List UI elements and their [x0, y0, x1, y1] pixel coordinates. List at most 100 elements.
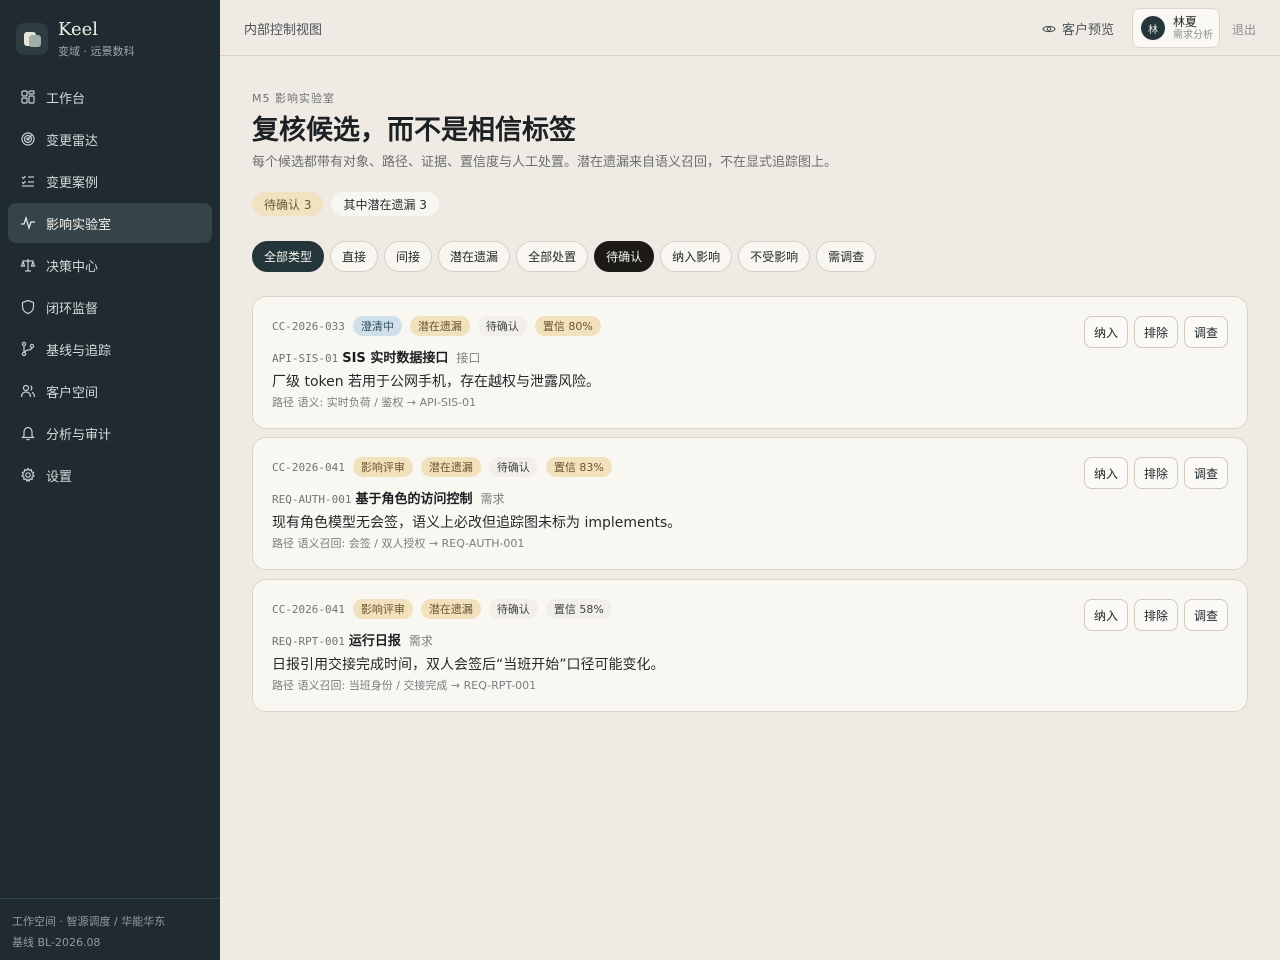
activity-icon: [20, 215, 36, 231]
user-menu[interactable]: 林 林夏 需求分析: [1132, 8, 1220, 48]
view-title: 内部控制视图: [244, 23, 323, 38]
trace-path: 路径 语义: 实时负荷 / 鉴权 → API-SIS-01: [272, 396, 477, 409]
avatar: 林: [1141, 16, 1165, 40]
top-bar: 内部控制视图 客户预览 林 林夏 需求分析 退出: [220, 0, 1280, 56]
sidebar-item-workbench[interactable]: 工作台: [8, 77, 212, 117]
page-subtitle: 每个候选都带有对象、路径、证据、置信度与人工处置。潜在遗漏来自语义召回，不在显式…: [252, 155, 838, 170]
sidebar-item-change-cases[interactable]: 变更案例: [8, 161, 212, 201]
filter-bar: 全部类型 直接 间接 潜在遗漏 全部处置 待确认 纳入影响 不受影响 需调查: [252, 241, 882, 272]
evidence-text: 现有角色模型无会签，语义上必改但追踪图未标为 implements。: [272, 515, 682, 531]
status-badge: 澄清中: [352, 316, 402, 336]
exclude-button[interactable]: 排除: [1133, 599, 1178, 631]
disposition-badge: 待确认: [488, 457, 538, 477]
brand-name: Keel: [58, 18, 99, 40]
sidebar-item-decision-center[interactable]: 决策中心: [8, 245, 212, 285]
investigate-button[interactable]: 调查: [1183, 316, 1228, 348]
user-name: 林夏: [1173, 14, 1198, 29]
category-badge: 潜在遗漏: [420, 599, 481, 619]
sidebar-item-label: 工作台: [46, 91, 86, 107]
sidebar-item-change-radar[interactable]: 变更雷达: [8, 119, 212, 159]
sidebar-item-label: 变更雷达: [46, 133, 99, 149]
sidebar-item-analysis-audit[interactable]: 分析与审计: [8, 413, 212, 453]
confidence-badge: 置信 83%: [545, 457, 612, 477]
potential-miss-count-badge: 其中潜在遗漏 3: [331, 192, 439, 216]
sidebar-item-label: 基线与追踪: [46, 343, 112, 359]
case-id: CC-2026-033: [272, 319, 345, 333]
filter-pending[interactable]: 待确认: [594, 241, 655, 272]
confidence-badge: 置信 58%: [545, 599, 612, 619]
include-button[interactable]: 纳入: [1083, 599, 1128, 631]
filter-all-dispositions[interactable]: 全部处置: [516, 241, 589, 272]
sidebar-item-label: 闭环监督: [46, 301, 99, 317]
evidence-text: 厂级 token 若用于公网手机，存在越权与泄露风险。: [272, 374, 601, 390]
user-role: 需求分析: [1173, 29, 1213, 41]
sidebar-item-baseline-trace[interactable]: 基线与追踪: [8, 329, 212, 369]
status-badge: 影响评审: [352, 457, 413, 477]
trace-path: 路径 语义召回: 会签 / 双人授权 → REQ-AUTH-001: [272, 537, 525, 550]
filter-all-types[interactable]: 全部类型: [252, 241, 325, 272]
trace-path: 路径 语义召回: 当班身份 / 交接完成 → REQ-RPT-001: [272, 679, 537, 692]
category-badge: 潜在遗漏: [420, 457, 481, 477]
customer-preview-button[interactable]: 客户预览: [1042, 19, 1114, 38]
filter-needs-investigation[interactable]: 需调查: [816, 241, 877, 272]
gear-icon: [20, 467, 36, 483]
sidebar-item-label: 影响实验室: [46, 217, 112, 233]
case-id: CC-2026-041: [272, 460, 345, 474]
disposition-badge: 待确认: [477, 316, 527, 336]
sidebar-item-settings[interactable]: 设置: [8, 455, 212, 495]
filter-potential-miss[interactable]: 潜在遗漏: [438, 241, 511, 272]
sidebar-item-label: 变更案例: [46, 175, 99, 191]
checklist-icon: [20, 173, 36, 189]
include-button[interactable]: 纳入: [1083, 316, 1128, 348]
filter-included[interactable]: 纳入影响: [660, 241, 733, 272]
candidate-card: CC-2026-041 影响评审 潜在遗漏 待确认 置信 83% REQ-AUT…: [252, 437, 1248, 570]
investigate-button[interactable]: 调查: [1183, 457, 1228, 489]
sidebar-item-label: 决策中心: [46, 259, 99, 275]
sidebar-nav: 工作台 变更雷达 变更案例 影响实验室 决策中心 闭环监督 基线与追踪 客户空间…: [8, 77, 212, 497]
filter-direct[interactable]: 直接: [330, 241, 379, 272]
customer-preview-label: 客户预览: [1062, 23, 1115, 38]
section-eyebrow: M5 影响实验室: [252, 92, 335, 105]
bell-icon: [20, 425, 36, 441]
dashboard-icon: [20, 89, 36, 105]
category-badge: 潜在遗漏: [409, 316, 470, 336]
sidebar-item-closed-loop[interactable]: 闭环监督: [8, 287, 212, 327]
object-type: 需求: [408, 634, 433, 648]
brand-subtitle: 变域 · 远景数科: [58, 44, 135, 58]
exclude-button[interactable]: 排除: [1133, 316, 1178, 348]
investigate-button[interactable]: 调查: [1183, 599, 1228, 631]
sidebar-item-label: 客户空间: [46, 385, 99, 401]
users-icon: [20, 383, 36, 399]
workspace-label: 工作空间 · 智源调度 / 华能华东: [12, 915, 166, 928]
radar-icon: [20, 131, 36, 147]
object-type: 接口: [456, 351, 481, 365]
sidebar-item-label: 设置: [46, 469, 73, 485]
object-id: API-SIS-01: [272, 352, 339, 365]
logo: [16, 23, 48, 55]
filter-not-affected[interactable]: 不受影响: [738, 241, 811, 272]
branch-icon: [20, 341, 36, 357]
pending-count-badge: 待确认 3: [252, 192, 324, 216]
sidebar-item-customer-space[interactable]: 客户空间: [8, 371, 212, 411]
object-id: REQ-AUTH-001: [272, 493, 352, 506]
include-button[interactable]: 纳入: [1083, 457, 1128, 489]
summary-badges: 待确认 3 其中潜在遗漏 3: [252, 192, 447, 216]
evidence-text: 日报引用交接完成时间，双人会签后“当班开始”口径可能变化。: [272, 657, 665, 673]
page-title: 复核候选，而不是相信标签: [252, 115, 576, 146]
candidate-card: CC-2026-033 澄清中 潜在遗漏 待确认 置信 80% API-SIS-…: [252, 296, 1248, 429]
exclude-button[interactable]: 排除: [1133, 457, 1178, 489]
object-name: 基于角色的访问控制: [355, 492, 473, 507]
sidebar-item-label: 分析与审计: [46, 427, 112, 443]
object-name: 运行日报: [348, 634, 401, 649]
scale-icon: [20, 257, 36, 273]
filter-indirect[interactable]: 间接: [384, 241, 433, 272]
brand[interactable]: Keel 变域 · 远景数科: [16, 18, 135, 58]
candidate-card: CC-2026-041 影响评审 潜在遗漏 待确认 置信 58% REQ-RPT…: [252, 579, 1248, 712]
sidebar-item-impact-lab[interactable]: 影响实验室: [8, 203, 212, 243]
eye-icon: [1042, 25, 1056, 32]
case-id: CC-2026-041: [272, 602, 345, 616]
shield-icon: [20, 299, 36, 315]
disposition-badge: 待确认: [488, 599, 538, 619]
logout-link[interactable]: 退出: [1232, 21, 1256, 38]
object-type: 需求: [480, 492, 505, 506]
